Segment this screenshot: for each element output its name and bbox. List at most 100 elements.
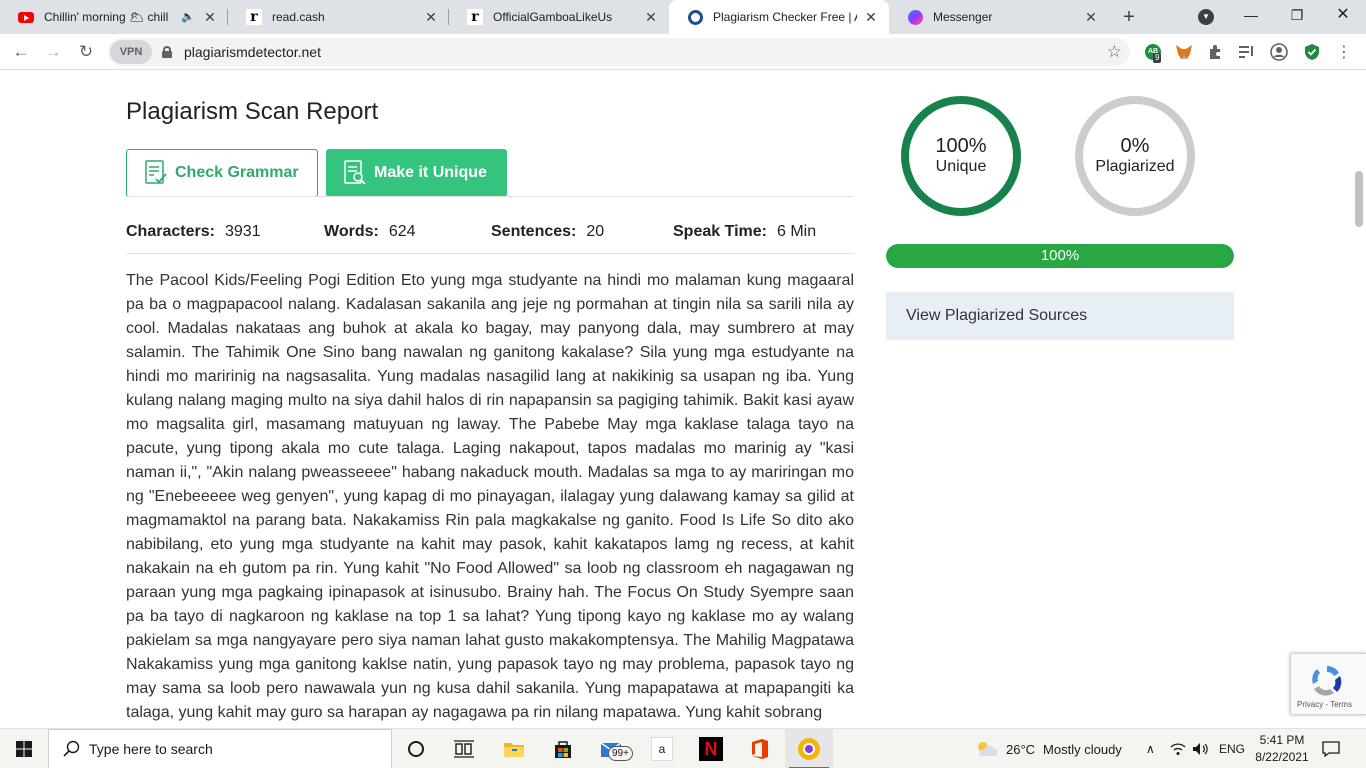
- unique-label: Unique: [935, 158, 987, 175]
- notifications-icon[interactable]: [1322, 729, 1340, 768]
- grammar-document-icon: [145, 160, 167, 186]
- readcash-icon: r: [467, 9, 483, 25]
- plagiarized-label: Plagiarized: [1095, 158, 1175, 175]
- back-button[interactable]: ←: [10, 41, 32, 63]
- stat-words: Words: 624: [324, 223, 416, 240]
- stat-sentences: Sentences: 20: [491, 223, 605, 240]
- input-language[interactable]: ENG: [1219, 729, 1245, 768]
- task-view-icon[interactable]: [440, 729, 488, 768]
- browser-menu-icon[interactable]: ⋮: [1334, 42, 1354, 62]
- weather-widget[interactable]: 26°C Mostly cloudy: [974, 729, 1122, 768]
- divider: [126, 253, 854, 254]
- tab-title: Plagiarism Checker Free | Acc: [713, 10, 857, 24]
- tab-messenger[interactable]: Messenger ✕: [889, 0, 1109, 34]
- show-hidden-icons-chevron-icon[interactable]: ∧: [1146, 729, 1155, 768]
- unique-percentage-circle: 100% Unique: [901, 96, 1021, 216]
- text-statistics: Characters: 3931 Words: 624 Sentences: 20 S…: [126, 223, 854, 245]
- office-icon[interactable]: [736, 729, 784, 768]
- plagiarized-percentage-circle: 0% Plagiarized: [1075, 96, 1195, 216]
- tab-youtube-chillin[interactable]: Chillin' morning 🌥 chill 🔈 ✕: [0, 0, 228, 34]
- mail-icon[interactable]: 99+: [588, 729, 636, 768]
- extension-badge: 9: [1153, 53, 1162, 63]
- close-tab-icon[interactable]: ✕: [1083, 9, 1099, 25]
- weather-temperature: 26°C: [1006, 741, 1036, 757]
- page-scrollbar[interactable]: [1352, 71, 1366, 728]
- make-it-unique-button[interactable]: Make it Unique: [326, 149, 507, 197]
- document-search-icon: [344, 160, 366, 186]
- check-grammar-label: Check Grammar: [175, 164, 299, 181]
- browser-tab-strip: Chillin' morning 🌥 chill 🔈 ✕ r read.cash…: [0, 0, 1366, 34]
- divider: [126, 196, 854, 197]
- tab-officialgamboa[interactable]: r OfficialGamboaLikeUs ✕: [449, 0, 669, 34]
- check-grammar-button[interactable]: Check Grammar: [126, 149, 318, 197]
- url-text[interactable]: plagiarismdetector.net: [184, 44, 321, 60]
- system-clock[interactable]: 5:41 PM 8/22/2021: [1250, 732, 1314, 766]
- wifi-icon[interactable]: [1170, 729, 1186, 768]
- close-tab-icon[interactable]: ✕: [202, 9, 218, 25]
- address-bar[interactable]: VPN plagiarismdetector.net ☆: [108, 38, 1130, 66]
- partly-cloudy-icon: [978, 742, 998, 756]
- tab-readcash[interactable]: r read.cash ✕: [228, 0, 449, 34]
- extension-ab-icon[interactable]: AB 9: [1143, 42, 1163, 63]
- close-tab-icon[interactable]: ✕: [423, 9, 439, 25]
- recaptcha-badge[interactable]: Privacy - Terms: [1290, 653, 1366, 715]
- cortana-icon[interactable]: [392, 729, 440, 768]
- tab-title: read.cash: [272, 10, 325, 24]
- lock-icon[interactable]: [162, 46, 172, 58]
- clock-time: 5:41 PM: [1259, 733, 1305, 747]
- profile-avatar-icon[interactable]: [1269, 42, 1289, 62]
- stat-characters: Characters: 3931: [126, 223, 261, 240]
- amazon-icon[interactable]: a: [638, 729, 686, 768]
- extensions-puzzle-icon[interactable]: [1206, 42, 1226, 62]
- microsoft-store-icon[interactable]: [539, 729, 587, 768]
- messenger-icon: [907, 9, 923, 25]
- youtube-icon: [18, 9, 34, 25]
- recaptcha-icon: [1312, 666, 1342, 696]
- search-placeholder: Type here to search: [89, 741, 213, 757]
- recaptcha-links[interactable]: Privacy - Terms: [1297, 700, 1352, 709]
- browser-toolbar: ← → ↻ VPN plagiarismdetector.net ☆ AB 9 …: [0, 34, 1366, 70]
- windows-taskbar: Type here to search 99+ a N 26°C Mostly …: [0, 728, 1366, 768]
- chrome-taskbar-icon[interactable]: [785, 729, 833, 768]
- metamask-fox-icon[interactable]: [1174, 42, 1194, 62]
- close-window-button[interactable]: ✕: [1320, 0, 1366, 30]
- scrollbar-thumb[interactable]: [1355, 171, 1363, 227]
- start-button[interactable]: [0, 729, 48, 768]
- close-tab-icon[interactable]: ✕: [863, 9, 879, 25]
- restore-button[interactable]: ❐: [1274, 0, 1320, 30]
- vpn-badge[interactable]: VPN: [110, 40, 152, 64]
- volume-icon[interactable]: [1192, 729, 1210, 768]
- progress-fill: 100%: [886, 244, 1234, 268]
- make-it-unique-label: Make it Unique: [374, 164, 487, 181]
- tab-title: Chillin' morning 🌥 chill: [44, 10, 169, 24]
- taskbar-search-box[interactable]: Type here to search: [48, 729, 392, 768]
- reading-list-icon[interactable]: [1237, 42, 1257, 62]
- scanned-text: The Pacool Kids/Feeling Pogi Edition Eto…: [126, 272, 854, 721]
- weather-description: Mostly cloudy: [1043, 741, 1122, 757]
- mail-unread-badge: 99+: [608, 746, 633, 761]
- bookmark-star-icon[interactable]: ☆: [1107, 42, 1122, 62]
- reload-button[interactable]: ↻: [75, 41, 97, 63]
- plagiarized-percent: 0%: [1120, 135, 1150, 157]
- page-content: Plagiarism Scan Report Check Grammar Mak…: [0, 71, 1366, 728]
- netflix-icon[interactable]: N: [687, 729, 735, 768]
- readcash-icon: r: [246, 9, 262, 25]
- tab-search-icon[interactable]: ▼: [1198, 9, 1214, 25]
- page-title: Plagiarism Scan Report: [126, 98, 379, 125]
- tab-title: Messenger: [933, 10, 993, 24]
- speaker-icon[interactable]: 🔈: [180, 9, 196, 25]
- new-tab-button[interactable]: +: [1118, 6, 1140, 28]
- tab-plagiarism-checker[interactable]: Plagiarism Checker Free | Acc ✕: [669, 0, 889, 34]
- shield-extension-icon[interactable]: [1302, 42, 1322, 62]
- tab-title: OfficialGamboaLikeUs: [493, 10, 613, 24]
- forward-button[interactable]: →: [42, 41, 64, 63]
- search-icon: [63, 740, 80, 757]
- view-plagiarized-sources-button[interactable]: View Plagiarized Sources: [886, 292, 1234, 340]
- clock-date: 8/22/2021: [1255, 750, 1309, 764]
- minimize-button[interactable]: —: [1228, 0, 1274, 30]
- file-explorer-icon[interactable]: [490, 729, 538, 768]
- close-tab-icon[interactable]: ✕: [643, 9, 659, 25]
- windows-logo-icon: [16, 741, 32, 757]
- unique-percent: 100%: [935, 135, 987, 157]
- scan-progress-bar: 100%: [886, 244, 1234, 268]
